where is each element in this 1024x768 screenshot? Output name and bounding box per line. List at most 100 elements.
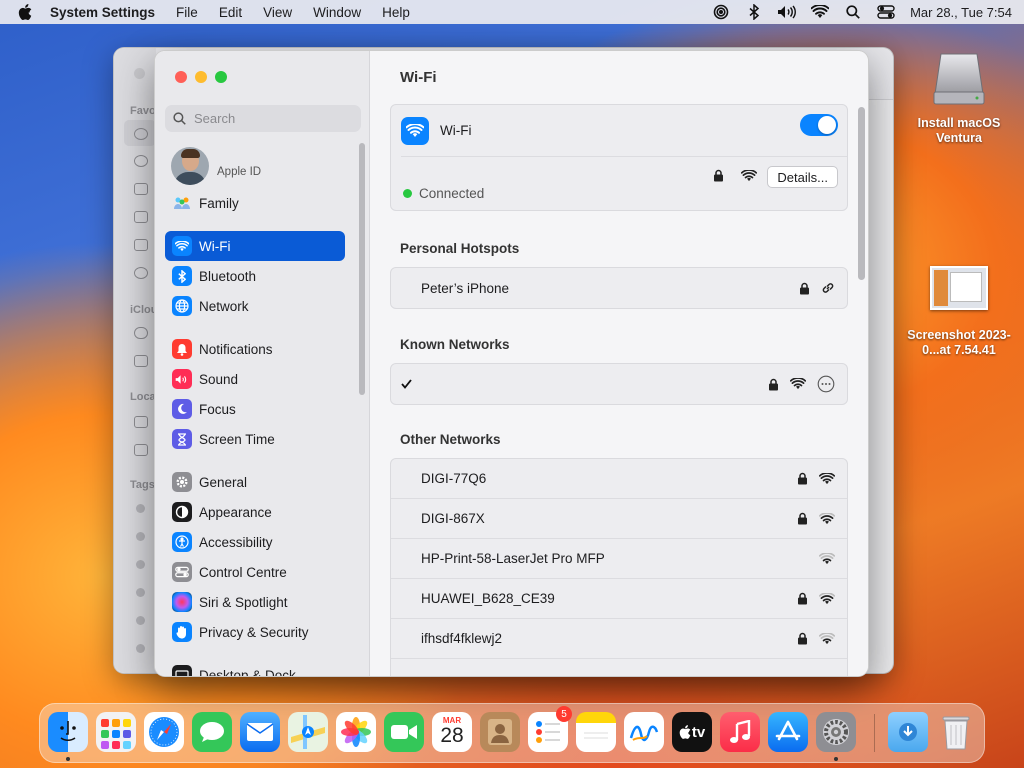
sidebar-scrollbar[interactable] (359, 143, 365, 395)
menu-window[interactable]: Window (313, 5, 361, 20)
finder-section-label: Tags (130, 479, 155, 491)
sidebar-item-appearance[interactable]: Appearance (165, 497, 345, 527)
network-name: DIGI-867X (421, 511, 485, 526)
volume-icon[interactable] (775, 0, 799, 24)
sidebar-item-label: Bluetooth (199, 268, 257, 284)
sidebar-item-family[interactable]: Family (165, 188, 345, 218)
family-icon (172, 193, 192, 213)
known-network-row[interactable] (391, 364, 847, 404)
siri-icon (172, 592, 192, 612)
menu-view[interactable]: View (263, 5, 292, 20)
menu-clock[interactable]: Mar 28., Tue 7:54 (910, 5, 1012, 20)
facetime-icon[interactable] (384, 712, 424, 752)
control-center-icon[interactable] (874, 0, 898, 24)
more-options-icon[interactable] (817, 375, 835, 393)
sidebar-item-label: Privacy & Security (199, 624, 309, 640)
freeform-icon[interactable] (624, 712, 664, 752)
system-settings-icon[interactable] (816, 712, 856, 752)
globe-icon (172, 296, 192, 316)
sidebar-item-label: Wi-Fi (199, 238, 231, 254)
sidebar-item-network[interactable]: Network (165, 291, 345, 321)
menu-file[interactable]: File (176, 5, 198, 20)
reminders-icon[interactable]: 5 (528, 706, 572, 752)
wifi-signal-icon (819, 592, 835, 605)
search-icon[interactable] (841, 0, 865, 24)
safari-icon[interactable] (144, 712, 184, 752)
zoom-button[interactable] (215, 71, 227, 83)
reminders-badge: 5 (556, 706, 572, 722)
sidebar-item-notifications[interactable]: Notifications (165, 334, 345, 364)
network-row[interactable]: HP-Print-58-LaserJet Pro MFP (391, 539, 847, 579)
music-icon[interactable] (720, 712, 760, 752)
menu-help[interactable]: Help (382, 5, 410, 20)
desktop-icon-install-macos[interactable]: Install macOS Ventura (908, 48, 1010, 146)
network-row[interactable]: DIGI-77Q6 (391, 459, 847, 499)
sidebar-item-general[interactable]: General (165, 467, 345, 497)
finder-item-icon (134, 416, 148, 428)
wifi-toggle[interactable] (800, 114, 838, 136)
wifi-signal-icon (819, 632, 835, 645)
sidebar-item-label: Network (199, 298, 249, 314)
photos-icon[interactable] (336, 712, 376, 752)
sidebar-item-label: Focus (199, 401, 236, 417)
app-store-icon[interactable] (768, 712, 808, 752)
sidebar-item-siri-spotlight[interactable]: Siri & Spotlight (165, 587, 345, 617)
trash-icon[interactable] (936, 712, 976, 752)
sidebar-item-screen-time[interactable]: Screen Time (165, 424, 345, 454)
system-settings-window: Search Apple ID Family Wi-Fi Bluetooth N… (154, 50, 869, 677)
desktop-icon (172, 665, 192, 676)
other-networks-title: Other Networks (400, 432, 501, 447)
known-networks-title: Known Networks (400, 337, 510, 352)
sidebar-item-accessibility[interactable]: Accessibility (165, 527, 345, 557)
close-button[interactable] (175, 71, 187, 83)
tv-app-icon[interactable]: tv (672, 712, 712, 752)
moon-icon (172, 399, 192, 419)
sidebar-item-desktop-dock[interactable]: Desktop & Dock (165, 660, 345, 676)
apple-id-item[interactable]: Apple ID (171, 147, 261, 185)
messages-icon[interactable] (192, 712, 232, 752)
menu-edit[interactable]: Edit (219, 5, 242, 20)
sidebar-item-privacy-security[interactable]: Privacy & Security (165, 617, 345, 647)
content-scrollbar[interactable] (858, 107, 865, 280)
accessibility-icon (172, 532, 192, 552)
details-button[interactable]: Details... (767, 166, 838, 188)
sidebar-item-label: Appearance (199, 504, 272, 520)
dock-separator (874, 714, 875, 752)
sidebar-item-wifi[interactable]: Wi-Fi (165, 231, 345, 261)
inactive-traffic-light (134, 68, 145, 79)
contacts-icon[interactable] (480, 712, 520, 752)
tv-label: tv (691, 723, 706, 741)
desktop-icon-screenshot[interactable]: Screenshot 2023-0...at 7.54.41 (898, 266, 1020, 358)
sidebar-item-sound[interactable]: Sound (165, 364, 345, 394)
sidebar-item-focus[interactable]: Focus (165, 394, 345, 424)
apple-menu-icon[interactable] (18, 4, 32, 20)
bluetooth-icon[interactable] (742, 0, 766, 24)
search-field[interactable]: Search (165, 105, 361, 132)
installer-disk-icon (929, 48, 989, 108)
launchpad-icon[interactable] (96, 712, 136, 752)
calendar-icon[interactable]: MAR 28 (432, 712, 472, 752)
finder-icon[interactable] (48, 712, 88, 752)
finder-section-label: Favo (130, 105, 156, 117)
wifi-card: Wi-Fi Details... Connected (390, 104, 848, 211)
airdrop-icon[interactable] (709, 0, 733, 24)
hotspot-row[interactable]: Peter’s iPhone (391, 268, 847, 308)
sidebar-item-bluetooth[interactable]: Bluetooth (165, 261, 345, 291)
wifi-icon[interactable] (808, 0, 832, 24)
menu-app-name[interactable]: System Settings (50, 5, 155, 20)
mail-icon[interactable] (240, 712, 280, 752)
notes-icon[interactable] (576, 712, 616, 752)
network-row[interactable]: HUAWEI_B628_CE39 (391, 579, 847, 619)
network-name: HUAWEI_B628_CE39 (421, 591, 555, 606)
network-name: DIGI-77Q6 (421, 471, 487, 486)
network-row-partial[interactable] (391, 659, 847, 676)
divider (401, 156, 847, 157)
connected-status-dot (403, 189, 412, 198)
sidebar-item-control-centre[interactable]: Control Centre (165, 557, 345, 587)
maps-icon[interactable] (288, 712, 328, 752)
lock-icon (799, 282, 810, 295)
downloads-folder-icon[interactable] (888, 712, 928, 752)
network-row[interactable]: DIGI-867X (391, 499, 847, 539)
minimize-button[interactable] (195, 71, 207, 83)
network-row[interactable]: ifhsdf4fklewj2 (391, 619, 847, 659)
